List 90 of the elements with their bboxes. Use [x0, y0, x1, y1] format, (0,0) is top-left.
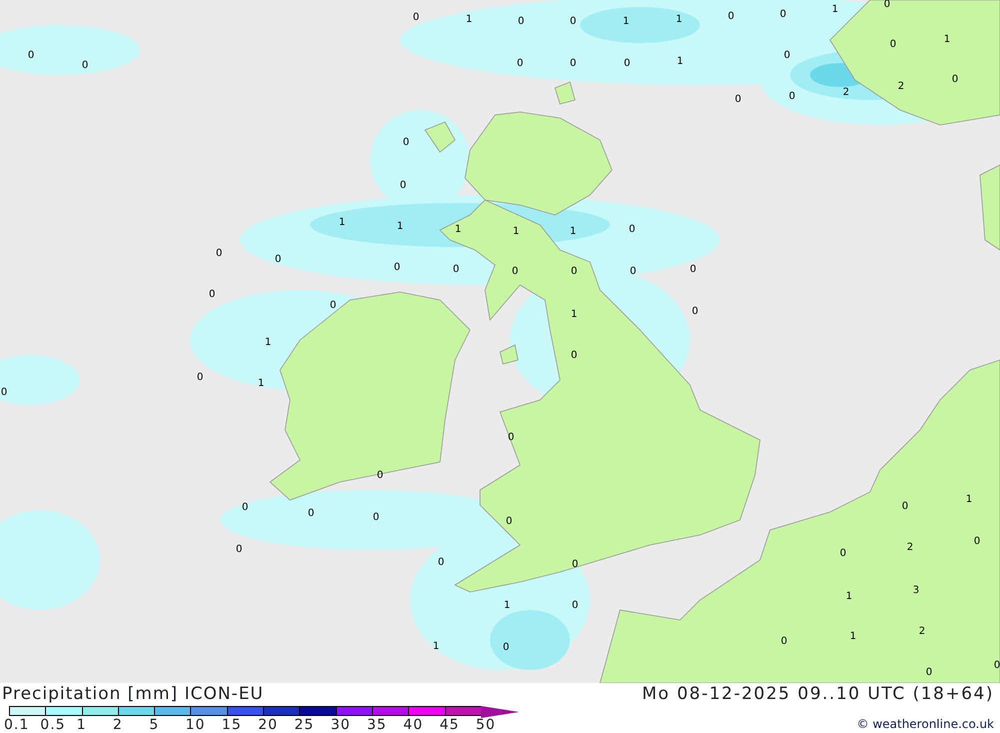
precipitation-value-label: 0: [570, 59, 576, 69]
precipitation-value-label: 1: [504, 601, 510, 611]
precipitation-value-label: 0: [630, 267, 636, 277]
legend-tick-label: 25: [294, 717, 314, 733]
precipitation-value-label: 0: [208, 290, 216, 300]
precipitation-value-label: 0: [784, 51, 790, 61]
legend-title: Precipitation [mm] ICON-EU: [2, 684, 264, 704]
legend-tick-label: 20: [258, 717, 278, 733]
precipitation-value-label: 0: [274, 255, 282, 265]
precipitation-value-label: 1: [832, 5, 838, 15]
precipitation-value-label: 1: [396, 222, 404, 232]
legend-tick-label: 30: [330, 717, 351, 733]
precipitation-value-label: 1: [966, 495, 972, 505]
precipitation-value-label: 0: [570, 351, 578, 361]
precipitation-value-label: 1: [676, 57, 684, 67]
precipitation-value-label: 1: [466, 15, 472, 25]
precipitation-value-label: 0: [512, 267, 518, 277]
precipitation-value-label: 0: [570, 267, 578, 277]
precipitation-value-label: 2: [918, 627, 926, 637]
precipitation-value-label: 0: [780, 637, 788, 647]
precipitation-value-label: 0: [196, 373, 204, 383]
precipitation-value-label: 0: [452, 265, 460, 275]
precipitation-value-label: 1: [850, 632, 856, 642]
precipitation-value-label: 0: [502, 643, 510, 653]
precipitation-value-label: 0: [402, 138, 410, 148]
precipitation-value-label: 2: [898, 82, 904, 92]
precipitation-value-label: 0: [330, 301, 336, 311]
legend-tick-label: 40: [403, 717, 424, 733]
precipitation-value-label: 1: [338, 218, 346, 228]
precipitation-value-label: 0: [518, 17, 524, 27]
precipitation-value-label: 1: [846, 592, 852, 602]
precipitation-value-label: 0: [572, 601, 578, 611]
precipitation-value-label: 2: [842, 88, 850, 98]
precipitation-value-label: 1: [454, 225, 462, 235]
legend-tick-label: 10: [186, 717, 206, 733]
precipitation-value-label: 0: [400, 181, 406, 191]
precipitation-value-label: 0: [0, 388, 8, 398]
precipitation-value-label: 0: [974, 537, 980, 547]
legend-tick-label: 15: [222, 717, 242, 733]
precipitation-value-label: 0: [236, 545, 242, 555]
precipitation-value-label: 0: [628, 225, 636, 235]
precipitation-value-label: 0: [570, 17, 576, 27]
precipitation-value-label: 0: [572, 560, 578, 570]
precipitation-value-label: 0: [692, 307, 698, 317]
credit-text: © weatheronline.co.uk: [856, 717, 994, 731]
precipitation-value-label: 0: [506, 517, 512, 527]
legend-tick-label: 0.5: [40, 717, 66, 733]
precipitation-value-label: 2: [906, 543, 914, 553]
precipitation-value-label: 0: [308, 509, 314, 519]
precipitation-value-label: 0: [780, 10, 786, 20]
precipitation-value-label: 0: [438, 558, 444, 568]
precipitation-value-label: 0: [394, 263, 400, 273]
precipitation-value-label: 1: [432, 642, 440, 652]
precipitation-value-label: 0: [890, 40, 896, 50]
precipitation-value-label: 0: [926, 668, 932, 678]
precipitation-value-label: 0: [728, 12, 734, 22]
precipitation-value-label: 0: [516, 59, 524, 69]
precipitation-value-label: 0: [788, 92, 796, 102]
precipitation-value-label: 1: [676, 15, 682, 25]
precipitation-value-label: 0: [28, 51, 34, 61]
precipitation-value-label: 1: [512, 227, 520, 237]
legend-tick-label: 5: [149, 717, 160, 733]
precipitation-value-label: 0: [216, 249, 222, 259]
precipitation-value-label: 0: [624, 59, 630, 69]
precipitation-value-label: 0: [690, 265, 696, 275]
precipitation-value-label: 0: [734, 95, 742, 105]
legend-tick-label: 35: [367, 717, 387, 733]
precipitation-value-label: 0: [840, 549, 846, 559]
legend-tick-label: 2: [112, 717, 123, 733]
precipitation-value-label: 0: [242, 503, 248, 513]
precipitation-value-label: 1: [258, 379, 264, 389]
precipitation-value-label: 1: [570, 227, 576, 237]
precipitation-value-label: 0: [902, 502, 908, 512]
valid-time-label: Mo 08-12-2025 09..10 UTC (18+64): [642, 684, 994, 704]
precipitation-value-label: 0: [412, 13, 420, 23]
precipitation-value-label: 0: [82, 61, 88, 71]
precipitation-value-label: 0: [508, 433, 514, 443]
precipitation-value-label: 0: [372, 513, 380, 523]
precipitation-value-label: 1: [944, 35, 950, 45]
precipitation-value-label: 0: [376, 471, 384, 481]
precipitation-value-label: 1: [570, 310, 578, 320]
precipitation-value-label: 0: [994, 661, 1000, 671]
legend-tick-label: 1: [76, 717, 87, 733]
precipitation-value-label: 0: [952, 75, 958, 85]
precipitation-value-label: 3: [912, 586, 920, 596]
legend-tick-label: 45: [440, 717, 460, 733]
precipitation-value-label: 1: [264, 338, 272, 348]
legend-tick-label: 0.1: [4, 717, 30, 733]
precipitation-value-label: 1: [622, 17, 630, 27]
legend-tick-label: 50: [476, 717, 496, 733]
